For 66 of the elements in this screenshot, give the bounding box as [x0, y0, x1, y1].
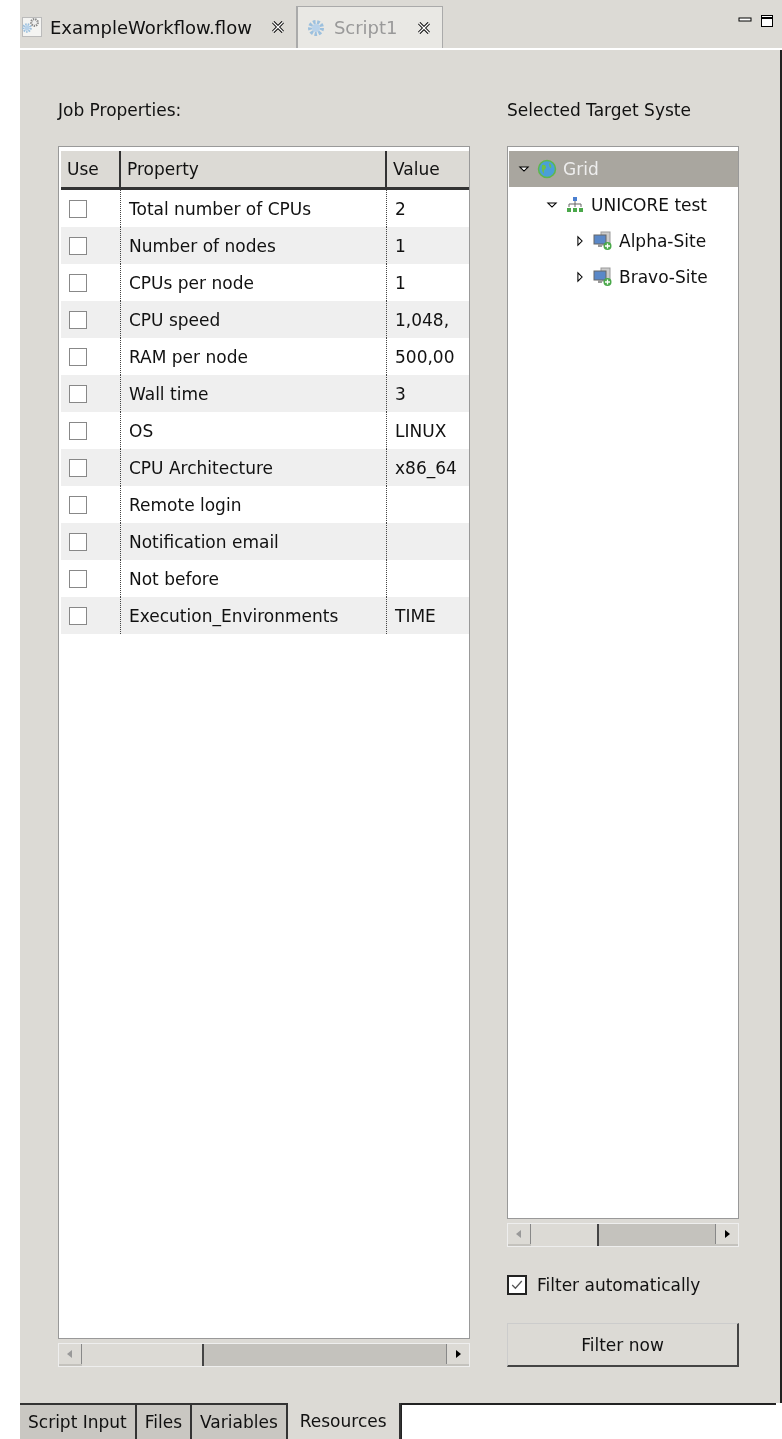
table-cell: 1,048,	[395, 309, 450, 330]
column-header[interactable]: Property	[121, 151, 387, 187]
network-icon	[565, 195, 585, 215]
checkbox[interactable]	[69, 347, 87, 366]
table-cell: Execution_Environments	[129, 605, 339, 626]
computer-icon	[593, 267, 613, 287]
table-cell: Not before	[129, 568, 219, 589]
table-cell: 3	[395, 383, 406, 404]
section-label: Selected Target Syste	[507, 100, 692, 122]
horizontal-scrollbar[interactable]	[507, 1223, 739, 1247]
table-cell: 2	[395, 198, 406, 219]
tree-item[interactable]: Bravo-Site	[509, 259, 738, 295]
editor-tab[interactable]: ExampleWorkflow.flow	[20, 6, 297, 48]
checkbox[interactable]	[69, 236, 87, 255]
table-cell: Number of nodes	[129, 235, 276, 256]
checkbox[interactable]	[69, 199, 87, 218]
table-cell: Notification email	[129, 531, 279, 552]
maximize-icon[interactable]	[760, 14, 774, 28]
bottom-tab[interactable]: Resources	[287, 1403, 401, 1439]
scroll-right-icon[interactable]	[715, 1224, 738, 1244]
table-cell: CPU speed	[129, 309, 221, 330]
checkbox[interactable]	[69, 310, 87, 329]
table-cell: Total number of CPUs	[129, 198, 312, 219]
checkbox[interactable]	[69, 384, 87, 403]
table-cell: RAM per node	[129, 346, 248, 367]
scrollbar-thumb[interactable]	[82, 1344, 204, 1366]
checkbox[interactable]	[69, 532, 87, 551]
checkbox[interactable]	[69, 458, 87, 477]
table-cell: 1	[395, 272, 406, 293]
tree-item[interactable]: UNICORE test	[509, 187, 738, 223]
checkbox-label[interactable]: Filter automatically	[537, 1275, 701, 1295]
table-cell: 1	[395, 235, 406, 256]
checkbox[interactable]	[69, 273, 87, 292]
close-icon[interactable]	[415, 19, 432, 36]
checkbox[interactable]	[69, 606, 87, 625]
column-header[interactable]: Use	[61, 151, 121, 187]
section-label: Job Properties:	[58, 100, 183, 122]
tree-item[interactable]: Alpha-Site	[509, 223, 738, 259]
column-header[interactable]: Value	[387, 151, 469, 187]
scroll-right-icon[interactable]	[446, 1344, 469, 1364]
table-cell: Wall time	[129, 383, 209, 404]
bottom-tab[interactable]: Script Input	[20, 1403, 137, 1439]
bottom-tab[interactable]: Files	[136, 1403, 193, 1439]
table-cell: 500,00	[395, 346, 455, 367]
table-cell: OS	[129, 420, 154, 441]
checkbox[interactable]	[507, 1275, 527, 1295]
scroll-left-icon[interactable]	[508, 1224, 531, 1244]
table-cell: CPU Architecture	[129, 457, 274, 478]
horizontal-scrollbar[interactable]	[58, 1343, 470, 1367]
gear-icon	[305, 17, 326, 38]
computer-icon	[593, 231, 613, 251]
table-cell: CPUs per node	[129, 272, 254, 293]
table-cell: x86_64	[395, 457, 457, 478]
gears-icon	[22, 17, 42, 37]
globe-icon	[537, 159, 557, 179]
table-cell: LINUX	[395, 420, 447, 441]
checkbox[interactable]	[69, 569, 87, 588]
checkbox[interactable]	[69, 421, 87, 440]
close-icon[interactable]	[269, 19, 286, 35]
filter-button[interactable]: Filter now	[507, 1323, 739, 1367]
scrollbar-thumb[interactable]	[531, 1224, 599, 1246]
table-cell: TIME	[395, 605, 436, 626]
table-cell: Remote login	[129, 494, 242, 515]
bottom-tab[interactable]: Variables	[192, 1403, 288, 1439]
scroll-left-icon[interactable]	[59, 1344, 82, 1364]
checkbox[interactable]	[69, 495, 87, 514]
